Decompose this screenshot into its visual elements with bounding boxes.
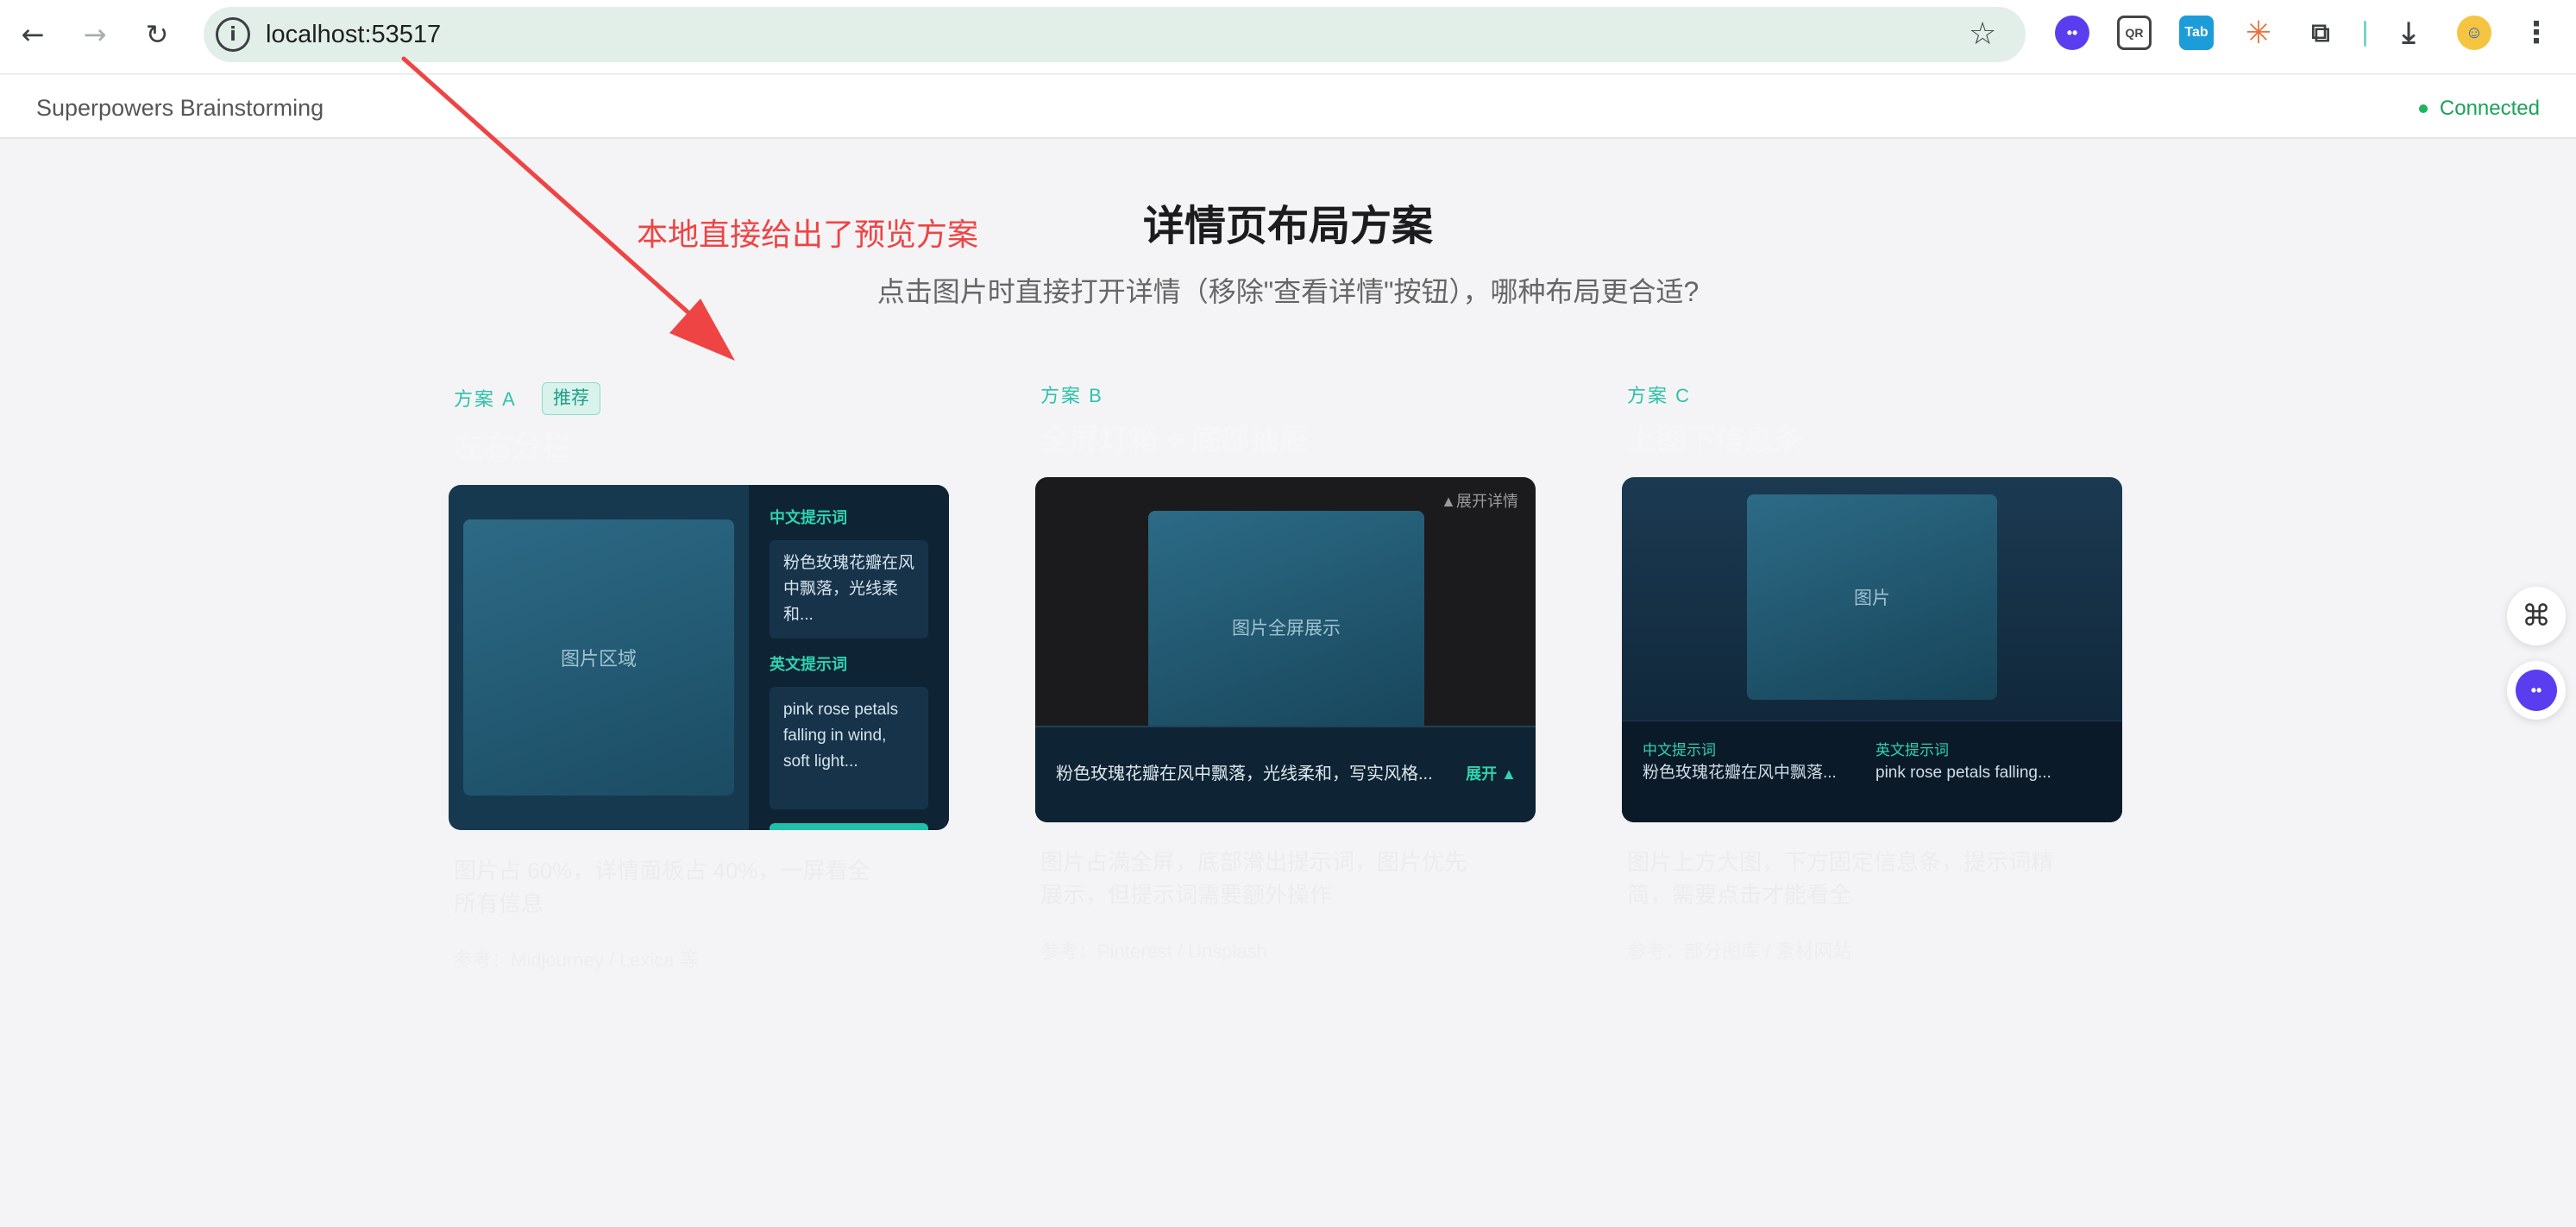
qr-code-extension-icon[interactable]: QR bbox=[2117, 16, 2152, 50]
image-area: 图片区域 bbox=[463, 519, 734, 796]
drawer-prompt-text: 粉色玫瑰花瓣在风中飘落，光线柔和，写实风格... bbox=[1056, 765, 1433, 783]
annotation-text: 本地直接给出了预览方案 bbox=[637, 217, 979, 252]
option-c-title: 上图下信息条 bbox=[1627, 424, 1803, 456]
page-subtitle: 点击图片时直接打开详情（移除"查看详情"按钮），哪种布局更合适? bbox=[876, 276, 1700, 307]
option-c-label: 方案 C bbox=[1627, 385, 1692, 406]
monster-extension-icon[interactable]: •• bbox=[2055, 16, 2089, 50]
burst-extension-icon[interactable]: ✳ bbox=[2241, 16, 2276, 51]
option-b-label: 方案 B bbox=[1040, 385, 1103, 406]
option-a-title: 左右分栏 bbox=[454, 431, 571, 463]
back-icon[interactable]: ← bbox=[14, 16, 52, 53]
action-button[interactable] bbox=[770, 823, 928, 830]
option-b-card[interactable]: ▲展开详情 图片全屏展示 粉色玫瑰花瓣在风中飘落，光线柔和，写实风格... 展开… bbox=[1035, 477, 1536, 822]
option-a-description: 图片占 60%，详情面板占 40%，一屏看全所有信息 bbox=[454, 858, 870, 916]
reload-icon[interactable]: ↻ bbox=[138, 16, 176, 53]
bottom-drawer: 粉色玫瑰花瓣在风中飘落，光线柔和，写实风格... 展开 ▲ bbox=[1035, 726, 1536, 822]
expand-details-link[interactable]: ▲展开详情 bbox=[1441, 491, 1518, 512]
recommended-badge: 推荐 bbox=[542, 382, 600, 415]
en-prompt-label: 英文提示词 bbox=[1875, 742, 1949, 758]
bookmark-star-icon[interactable]: ☆ bbox=[1969, 14, 1996, 55]
option-b-description: 图片占满全屏，底部滑出提示词，图片优先展示，但提示词需要额外操作 bbox=[1040, 849, 1467, 908]
info-bar: 中文提示词 粉色玫瑰花瓣在风中飘落... 英文提示词 pink rose pet… bbox=[1622, 720, 2122, 822]
page-title: 详情页布局方案 bbox=[1142, 204, 1433, 249]
command-shortcut-icon[interactable]: ⌘ bbox=[2507, 587, 2566, 645]
en-prompt-box: pink rose petals falling in wind, soft l… bbox=[770, 687, 928, 809]
option-b-footer: 参考：Pinterest / Unsplash bbox=[1040, 941, 1267, 962]
app-header: Superpowers Brainstorming Connected bbox=[0, 75, 2576, 139]
en-prompt-text: pink rose petals falling... bbox=[1875, 764, 2051, 782]
toolbar-divider bbox=[2364, 21, 2366, 47]
en-prompt-label: 英文提示词 bbox=[770, 656, 847, 673]
expand-button[interactable]: 展开 ▲ bbox=[1466, 762, 1517, 786]
profile-avatar-icon[interactable]: ☺ bbox=[2457, 16, 2491, 50]
cn-prompt-box: 粉色玫瑰花瓣在风中飘落，光线柔和... bbox=[770, 540, 928, 639]
option-a-card[interactable]: 图片区域 中文提示词 粉色玫瑰花瓣在风中飘落，光线柔和... 英文提示词 pin… bbox=[449, 485, 949, 830]
browser-menu-icon[interactable]: ⋮ bbox=[2519, 16, 2554, 50]
option-c-description: 图片上方大图，下方固定信息条，提示词精简，需要点击才能看全 bbox=[1627, 849, 2054, 908]
option-c-card[interactable]: 图片 中文提示词 粉色玫瑰花瓣在风中飘落... 英文提示词 pink rose … bbox=[1622, 477, 2122, 822]
option-b-title: 全屏灯箱 + 底部抽屉 bbox=[1040, 424, 1309, 456]
download-icon[interactable]: ⤓ bbox=[2391, 16, 2426, 50]
option-a-footer: 参考：Midjourney / Lexica 等 bbox=[454, 949, 699, 971]
cn-prompt-text: 粉色玫瑰花瓣在风中飘落... bbox=[1643, 764, 1837, 782]
status-text: Connected bbox=[2439, 97, 2540, 120]
url-text[interactable]: localhost:53517 bbox=[266, 16, 441, 53]
option-a-label: 方案 A bbox=[454, 388, 517, 410]
top-image: 图片 bbox=[1747, 494, 1997, 700]
tab-extension-icon[interactable]: Tab bbox=[2179, 16, 2214, 50]
status-dot-icon bbox=[2418, 104, 2428, 113]
fullscreen-image: 图片全屏展示 bbox=[1148, 511, 1424, 744]
connection-status: Connected bbox=[2418, 96, 2540, 122]
extensions-puzzle-icon[interactable]: ⧉ bbox=[2303, 16, 2338, 50]
app-title: Superpowers Brainstorming bbox=[36, 95, 324, 121]
address-bar[interactable] bbox=[204, 7, 2026, 62]
forward-icon[interactable]: → bbox=[76, 16, 114, 53]
cn-prompt-label: 中文提示词 bbox=[1643, 742, 1716, 758]
option-c-footer: 参考：部分图库 / 素材网站 bbox=[1627, 941, 1852, 962]
cn-prompt-label: 中文提示词 bbox=[770, 509, 847, 526]
browser-toolbar: ← → ↻ i localhost:53517 ☆ •• QR Tab ✳ ⧉ … bbox=[0, 0, 2576, 74]
assistant-button[interactable]: •• bbox=[2507, 661, 2566, 720]
site-info-icon[interactable]: i bbox=[216, 17, 250, 52]
assistant-icon: •• bbox=[2516, 670, 2557, 711]
detail-panel: 中文提示词 粉色玫瑰花瓣在风中飘落，光线柔和... 英文提示词 pink ros… bbox=[749, 485, 949, 830]
